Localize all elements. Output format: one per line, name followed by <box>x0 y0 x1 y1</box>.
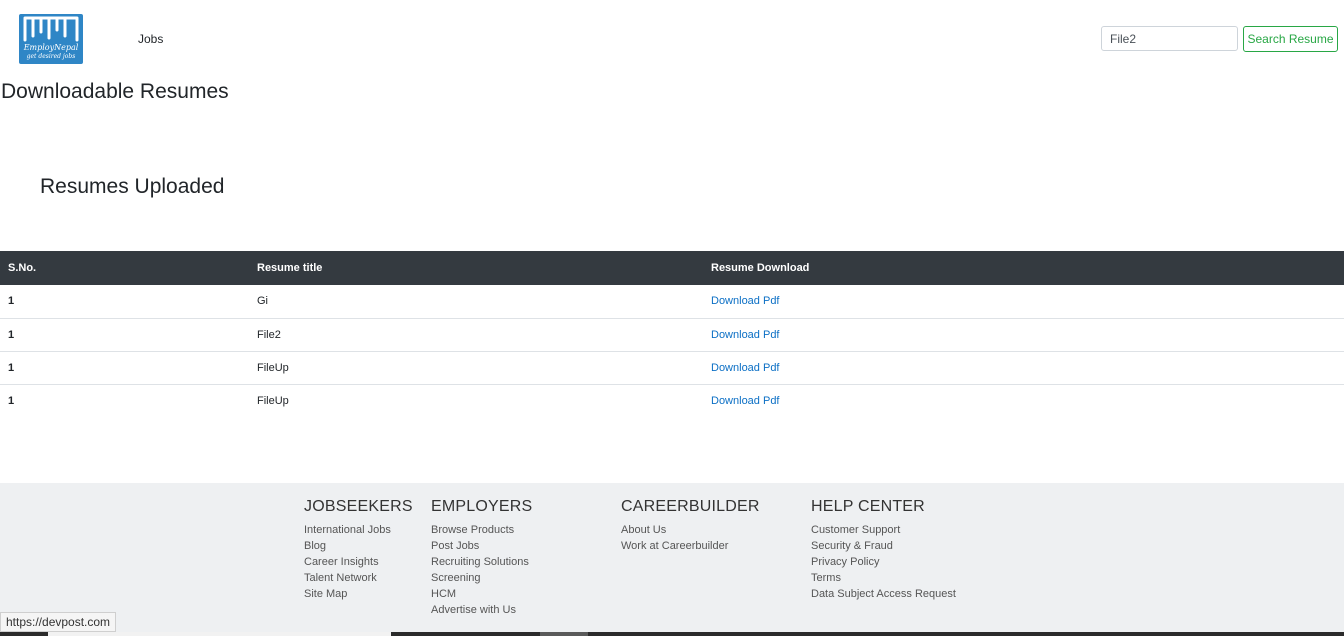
footer-link[interactable]: Post Jobs <box>431 538 532 554</box>
footer-link[interactable]: HCM <box>431 586 532 602</box>
footer-link[interactable]: Data Subject Access Request <box>811 586 956 602</box>
site-header: EmployNepal get desired jobs Jobs Search… <box>0 0 1344 78</box>
cell-sno: 1 <box>0 285 249 319</box>
footer-column-help-center: HELP CENTER Customer Support Security & … <box>811 498 956 602</box>
footer-link[interactable]: Blog <box>304 538 413 554</box>
footer-link[interactable]: Work at Careerbuilder <box>621 538 760 554</box>
footer-link[interactable]: Talent Network <box>304 570 413 586</box>
cell-title: Gi <box>249 285 703 319</box>
footer-link[interactable]: Career Insights <box>304 554 413 570</box>
footer-heading: EMPLOYERS <box>431 498 533 515</box>
cell-download: Download Pdf <box>703 384 1344 417</box>
download-pdf-link[interactable]: Download Pdf <box>711 395 780 407</box>
download-pdf-link[interactable]: Download Pdf <box>711 295 780 307</box>
page-title: Downloadable Resumes <box>1 80 229 103</box>
footer-heading: JOBSEEKERS <box>304 498 413 515</box>
search-resume-button[interactable]: Search Resume <box>1243 26 1338 52</box>
footer-link[interactable]: Security & Fraud <box>811 538 956 554</box>
column-header-sno: S.No. <box>0 251 249 285</box>
table-row: 1 Gi Download Pdf <box>0 285 1344 319</box>
footer-heading: HELP CENTER <box>811 498 925 515</box>
footer-column-employers: EMPLOYERS Browse Products Post Jobs Recr… <box>431 498 532 618</box>
footer-link[interactable]: Browse Products <box>431 522 532 538</box>
taskbar-segment <box>540 632 588 636</box>
search-input[interactable] <box>1101 26 1238 51</box>
taskbar-segment <box>48 632 391 636</box>
footer-link[interactable]: Recruiting Solutions <box>431 554 532 570</box>
cell-sno: 1 <box>0 351 249 385</box>
nav-link-jobs[interactable]: Jobs <box>138 32 163 46</box>
cell-download: Download Pdf <box>703 318 1344 352</box>
cell-title: File2 <box>249 318 703 352</box>
footer-link[interactable]: Terms <box>811 570 956 586</box>
cell-download: Download Pdf <box>703 351 1344 385</box>
logo-bars-icon <box>23 16 79 42</box>
logo-text: EmployNepal <box>23 43 79 52</box>
column-header-download: Resume Download <box>703 251 1344 285</box>
table-row: 1 FileUp Download Pdf <box>0 384 1344 417</box>
taskbar-strip <box>0 632 1344 636</box>
footer-link[interactable]: Privacy Policy <box>811 554 956 570</box>
table-row: 1 FileUp Download Pdf <box>0 351 1344 385</box>
footer-link[interactable]: Customer Support <box>811 522 956 538</box>
footer-column-careerbuilder: CAREERBUILDER About Us Work at Careerbui… <box>621 498 760 554</box>
footer-link[interactable]: Advertise with Us <box>431 602 532 618</box>
cell-title: FileUp <box>249 351 703 385</box>
cell-sno: 1 <box>8 394 15 407</box>
cell-sno: 1 <box>0 318 249 352</box>
table-header-row: S.No. Resume title Resume Download <box>0 251 1344 285</box>
download-pdf-link[interactable]: Download Pdf <box>711 329 780 341</box>
footer-heading: CAREERBUILDER <box>621 498 760 515</box>
section-title: Resumes Uploaded <box>40 175 225 198</box>
footer-column-jobseekers: JOBSEEKERS International Jobs Blog Caree… <box>304 498 413 602</box>
logo-tagline: get desired jobs <box>26 53 76 60</box>
footer-link[interactable]: About Us <box>621 522 760 538</box>
table-row: 1 File2 Download Pdf <box>0 318 1344 352</box>
cell-title: FileUp <box>257 394 289 407</box>
footer-link[interactable]: Screening <box>431 570 532 586</box>
column-header-title: Resume title <box>249 251 703 285</box>
resumes-table: S.No. Resume title Resume Download 1 Gi … <box>0 251 1344 417</box>
cell-download: Download Pdf <box>703 285 1344 319</box>
footer-link[interactable]: International Jobs <box>304 522 413 538</box>
download-pdf-link[interactable]: Download Pdf <box>711 362 780 374</box>
site-footer: JOBSEEKERS International Jobs Blog Caree… <box>0 483 1344 636</box>
status-bar-url: https://devpost.com <box>0 612 117 632</box>
employnepal-logo[interactable]: EmployNepal get desired jobs <box>19 14 83 64</box>
footer-link[interactable]: Site Map <box>304 586 413 602</box>
